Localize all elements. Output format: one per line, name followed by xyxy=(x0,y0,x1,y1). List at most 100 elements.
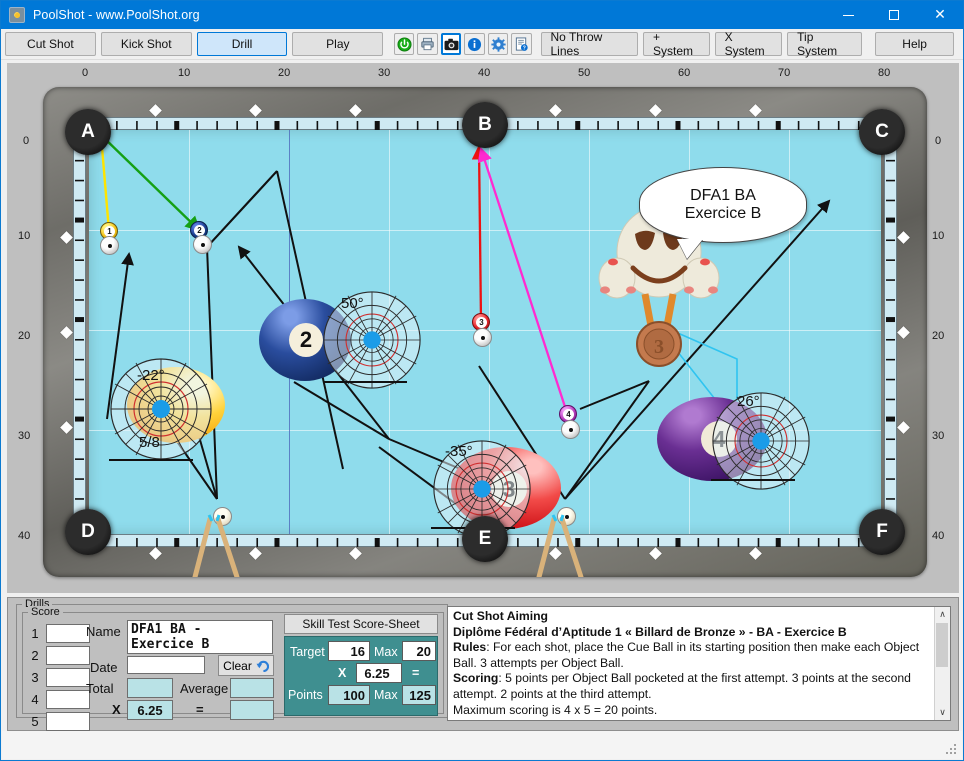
description-scoring: Scoring: 5 points per Object Ball pocket… xyxy=(450,671,932,702)
points-value: 100 xyxy=(328,685,370,705)
scroll-up-button[interactable]: ∧ xyxy=(935,607,950,622)
help-button[interactable]: Help xyxy=(875,32,954,56)
baseline-yellow xyxy=(109,459,193,461)
score-input-1[interactable] xyxy=(46,624,90,643)
pool-table[interactable]: 1 2 3 4 -22° 5/8 2 50° -35° 26° 3 DFA1 B… xyxy=(43,87,927,577)
tab-play[interactable]: Play xyxy=(292,32,384,56)
multiplier-value: 6.25 xyxy=(127,700,173,720)
help-document-icon: ? xyxy=(516,36,528,51)
close-icon: ✕ xyxy=(934,7,946,23)
rail-scale-left xyxy=(73,131,86,533)
power-icon xyxy=(397,36,412,52)
settings-gear-icon xyxy=(491,36,506,52)
pocket-b[interactable]: B xyxy=(462,102,508,148)
score-input-5[interactable] xyxy=(46,712,90,731)
description-scrollbar[interactable]: ∧ ∨ xyxy=(934,607,950,720)
score-row: 5 xyxy=(28,712,90,731)
target-max-value: 20 xyxy=(402,641,436,661)
help-document-button[interactable]: ? xyxy=(511,33,532,55)
print-button[interactable] xyxy=(417,33,438,55)
baseline-4 xyxy=(711,479,795,481)
ruler-top-30: 30 xyxy=(378,67,391,79)
scrollbar-thumb[interactable] xyxy=(936,623,948,667)
plus-system-button[interactable]: + System xyxy=(643,30,710,58)
score-row-index: 1 xyxy=(31,626,39,641)
pocket-f[interactable]: F xyxy=(859,509,905,555)
status-bar xyxy=(2,731,962,759)
description-max: Maximum scoring is 4 x 5 = 20 points. xyxy=(453,702,658,717)
pocket-a[interactable]: A xyxy=(65,109,111,155)
tip-system-button[interactable]: Tip System xyxy=(787,30,863,58)
scroll-down-button[interactable]: ∨ xyxy=(935,705,950,720)
maximize-button[interactable] xyxy=(871,1,917,29)
score-input-2[interactable] xyxy=(46,646,90,665)
skill-test-header[interactable]: Skill Test Score-Sheet xyxy=(284,614,438,634)
score-input-3[interactable] xyxy=(46,668,90,687)
name-input[interactable] xyxy=(127,620,273,654)
ruler-left-30: 30 xyxy=(18,430,31,442)
cue-ball-left[interactable] xyxy=(213,507,232,526)
drill-description-panel[interactable]: Cut Shot Aiming Diplôme Fédéral d’Aptitu… xyxy=(447,606,951,721)
speech-bubble: DFA1 BA Exercice B xyxy=(639,167,807,259)
pocket-e[interactable]: E xyxy=(462,516,508,562)
description-subtitle: Diplôme Fédéral d’Aptitude 1 « Billard d… xyxy=(453,624,847,639)
info-icon xyxy=(468,37,482,51)
speech-bubble-tail xyxy=(676,239,703,259)
baseline-2 xyxy=(323,381,407,383)
score-row-index: 5 xyxy=(31,714,39,729)
result-value xyxy=(230,700,274,720)
target-label: Target xyxy=(290,645,325,659)
pocket-c[interactable]: C xyxy=(859,109,905,155)
skill-equals-label: = xyxy=(412,666,420,680)
description-rules: Rules: For each shot, place the Cue Ball… xyxy=(450,640,932,671)
clear-button[interactable]: Clear xyxy=(218,655,274,676)
tab-drill[interactable]: Drill xyxy=(196,32,288,56)
target-value[interactable]: 16 xyxy=(328,641,370,661)
minimize-button[interactable] xyxy=(825,1,871,29)
score-row-index: 4 xyxy=(31,692,39,707)
average-value xyxy=(230,678,274,698)
window-controls: ✕ xyxy=(825,1,963,29)
date-input[interactable] xyxy=(127,656,205,674)
score-row: 1 xyxy=(28,624,90,643)
window-title: PoolShot - www.PoolShot.org xyxy=(33,8,200,22)
ruler-right-0: 0 xyxy=(935,135,942,147)
fraction-label-yellow: 5/8 xyxy=(139,434,160,451)
score-rows: 1 2 3 4 5 xyxy=(28,624,90,731)
ruler-top-40: 40 xyxy=(478,67,491,79)
ruler-right-30: 30 xyxy=(932,430,945,442)
power-button[interactable] xyxy=(393,33,415,55)
pocket-d[interactable]: D xyxy=(65,509,111,555)
info-button[interactable] xyxy=(464,33,485,55)
score-input-4[interactable] xyxy=(46,690,90,709)
tab-cut-shot[interactable]: Cut Shot xyxy=(5,32,96,56)
no-throw-lines-button[interactable]: No Throw Lines xyxy=(540,30,639,58)
aiming-template-4 xyxy=(712,392,810,490)
object-ball-2-number: 2 xyxy=(289,323,323,357)
tab-kick-shot[interactable]: Kick Shot xyxy=(100,32,192,56)
shot-line-black xyxy=(293,381,390,440)
ghost-ball xyxy=(473,328,492,347)
resize-gripper[interactable] xyxy=(946,744,958,756)
close-button[interactable]: ✕ xyxy=(917,1,963,29)
shot-line-green xyxy=(100,134,201,232)
title-bar: PoolShot - www.PoolShot.org ✕ xyxy=(1,1,963,29)
rail-scale-right xyxy=(884,131,897,533)
average-label: Average xyxy=(180,681,229,696)
target-max-label: Max xyxy=(374,645,398,659)
x-system-button[interactable]: X System xyxy=(714,30,783,58)
rules-label: Rules xyxy=(453,640,487,655)
ghost-ball xyxy=(100,236,119,255)
table-felt[interactable]: 1 2 3 4 -22° 5/8 2 50° -35° 26° 3 DFA1 B… xyxy=(89,129,881,538)
equals-label: = xyxy=(196,702,204,717)
description-title: Cut Shot Aiming xyxy=(453,609,549,623)
ruler-top-10: 10 xyxy=(178,67,191,79)
shot-line-magenta xyxy=(477,146,569,414)
ghost-ball xyxy=(561,420,580,439)
speech-bubble-line2: Exercice B xyxy=(684,205,762,222)
settings-button[interactable] xyxy=(487,33,509,55)
undo-arrow-icon xyxy=(256,660,269,672)
date-label: Date xyxy=(90,660,118,675)
screenshot-button[interactable] xyxy=(440,33,462,55)
cue-ball-right[interactable] xyxy=(557,507,576,526)
